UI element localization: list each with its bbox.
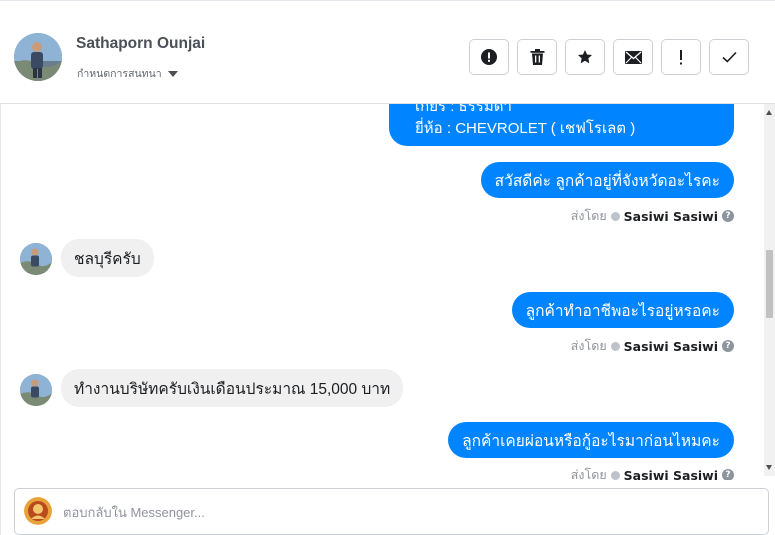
follow-up-button[interactable] [661,39,701,75]
mark-done-button[interactable] [709,39,749,75]
conversation-header: Sathaporn Ounjai กำหนดการสนทนา [0,0,775,104]
chat-scrollbar[interactable] [764,104,775,476]
messenger-reply-input[interactable] [63,501,663,523]
incoming-message: ชลบุรีครับ [61,239,154,277]
page-avatar [24,497,52,525]
contact-name[interactable]: Sathaporn Ounjai [76,35,205,53]
trash-icon [530,49,544,65]
star-button[interactable] [565,39,605,75]
sent-by-label: ส่งโดย Sasiwi Sasiwi ? [571,465,734,480]
info-icon[interactable]: ? [722,469,734,480]
envelope-icon [624,50,642,64]
vehicle-brand-line: ยี่ห้อ : CHEVROLET ( เชฟโรเลต ) [415,120,636,137]
incoming-message: ทำงานบริษัทครับเงินเดือนประมาณ 15,000 บา… [61,369,404,407]
sent-by-agent: Sasiwi Sasiwi [623,208,718,224]
sent-by-agent: Sasiwi Sasiwi [623,338,718,354]
contact-avatar-small [20,243,52,275]
sent-by-label: ส่งโดย Sasiwi Sasiwi ? [571,206,734,226]
vehicle-gear-line: เกียร์ : ธรรมดา [415,104,512,115]
conversation-settings-dropdown[interactable]: กำหนดการสนทนา [77,65,178,82]
delete-button[interactable] [517,39,557,75]
scroll-up-arrow-icon[interactable] [766,110,772,115]
outgoing-message: ลูกค้าทำอาชีพอะไรอยู่หรอคะ [511,292,734,328]
contact-avatar[interactable] [14,33,62,81]
outgoing-message: สวัสดีค่ะ ลูกค้าอยู่ที่จังหวัดอะไรคะ [480,162,734,198]
mark-unread-button[interactable] [613,39,653,75]
sent-by-prefix: ส่งโดย [570,208,607,223]
outgoing-message: ลูกค้าเคยผ่อนหรือกู้อะไรมาก่อนไหมคะ [448,422,734,458]
agent-status-icon [610,470,620,480]
scrollbar-thumb[interactable] [766,250,773,318]
alert-circle-icon [481,49,497,65]
sent-by-prefix: ส่งโดย [570,467,607,480]
checkmark-icon [721,51,737,63]
action-toolbar [469,39,749,75]
message-thread[interactable]: เกียร์ : ธรรมดา ยี่ห้อ : CHEVROLET ( เชฟ… [0,104,764,480]
conversation-settings-label: กำหนดการสนทนา [77,68,162,80]
contact-avatar-small [20,374,52,406]
info-icon[interactable]: ? [722,210,734,222]
exclamation-icon [680,49,682,64]
sent-by-label: ส่งโดย Sasiwi Sasiwi ? [571,336,734,356]
agent-status-icon [610,341,620,351]
reply-composer [14,488,769,535]
star-icon [578,50,592,64]
agent-status-icon [610,211,620,221]
caret-down-icon [167,70,178,77]
sent-by-prefix: ส่งโดย [570,338,607,353]
sent-by-agent: Sasiwi Sasiwi [623,467,718,481]
mark-spam-button[interactable] [469,39,509,75]
info-icon[interactable]: ? [722,340,734,352]
outgoing-message-vehicle-info: เกียร์ : ธรรมดา ยี่ห้อ : CHEVROLET ( เชฟ… [389,104,734,146]
scroll-down-arrow-icon[interactable] [766,465,772,470]
